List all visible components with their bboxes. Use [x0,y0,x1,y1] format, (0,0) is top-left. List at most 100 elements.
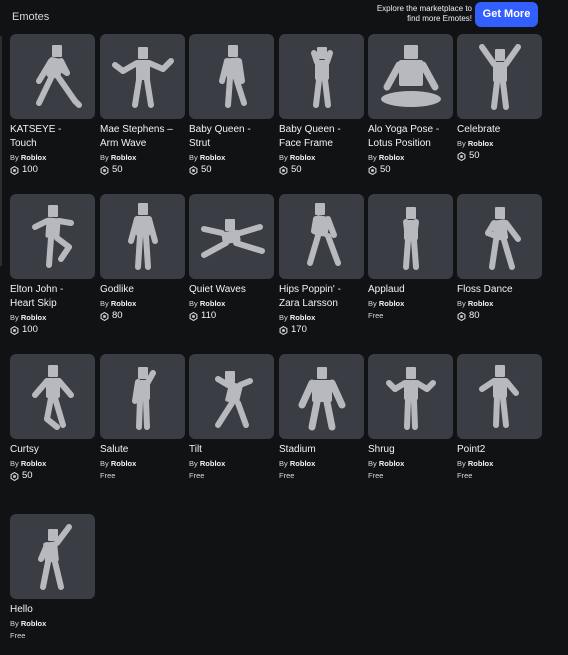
emote-price: Free [457,470,542,482]
emote-thumbnail[interactable] [457,34,542,119]
emote-card[interactable]: Baby Queen - Strut By Roblox 50 [189,34,274,176]
emote-card[interactable]: Hello By Roblox Free [10,514,95,642]
emote-name[interactable]: Baby Queen - Face Frame [279,123,364,151]
emote-thumbnail[interactable] [457,194,542,279]
emote-price: Free [368,470,453,482]
emote-name[interactable]: Alo Yoga Pose - Lotus Position [368,123,453,151]
emote-price: 100 [10,324,95,336]
creator-link[interactable]: Roblox [290,153,315,162]
creator-prefix: By [10,619,19,628]
emote-card[interactable]: Tilt By Roblox Free [189,354,274,482]
creator-link[interactable]: Roblox [111,153,136,162]
emote-card[interactable]: Alo Yoga Pose - Lotus Position By Roblox 5… [368,34,453,176]
creator-link[interactable]: Roblox [111,299,136,308]
emote-card[interactable]: Celebrate By Roblox 50 [457,34,542,162]
emote-name[interactable]: Shrug [368,443,453,457]
emote-figure-icon [127,202,158,270]
creator-prefix: By [368,459,377,468]
emote-card[interactable]: Floss Dance By Roblox 80 [457,194,542,322]
emote-figure-icon [218,44,247,108]
emote-card[interactable]: Baby Queen - Face Frame By Roblox 50 [279,34,364,176]
get-more-button[interactable]: Get More [475,2,538,27]
price-value: Free [368,471,384,480]
creator-link[interactable]: Roblox [468,459,493,468]
creator-link[interactable]: Roblox [200,153,225,162]
emote-name[interactable]: Floss Dance [457,283,542,297]
emote-creator: By Roblox [100,299,185,309]
creator-link[interactable]: Roblox [21,459,46,468]
emote-thumbnail[interactable] [100,194,185,279]
emote-name[interactable]: Mae Stephens – Arm Wave [100,123,185,151]
emote-name[interactable]: Hello [10,603,95,617]
robux-icon [368,165,377,175]
emote-card[interactable]: Godlike By Roblox 80 [100,194,185,322]
emote-name[interactable]: Quiet Waves [189,283,274,297]
emote-name[interactable]: Curtsy [10,443,95,457]
creator-prefix: By [279,153,288,162]
emote-thumbnail[interactable] [189,194,274,279]
price-value: 80 [112,310,123,321]
emote-name[interactable]: Salute [100,443,185,457]
creator-link[interactable]: Roblox [379,459,404,468]
emote-thumbnail[interactable] [457,354,542,439]
emote-thumbnail[interactable] [10,194,95,279]
emote-card[interactable]: Mae Stephens – Arm Wave By Roblox 50 [100,34,185,176]
emote-thumbnail[interactable] [279,194,364,279]
emote-name[interactable]: Godlike [100,283,185,297]
emote-card[interactable]: KATSEYE - Touch By Roblox 100 [10,34,95,176]
emote-name[interactable]: KATSEYE - Touch [10,123,95,151]
creator-link[interactable]: Roblox [379,153,404,162]
emote-thumbnail[interactable] [189,354,274,439]
emote-creator: By Roblox [189,459,274,469]
price-value: Free [279,471,295,480]
creator-link[interactable]: Roblox [21,153,46,162]
emote-card[interactable]: Quiet Waves By Roblox 110 [189,194,274,322]
emote-thumbnail[interactable] [100,34,185,119]
price-value: 50 [201,164,212,175]
creator-link[interactable]: Roblox [200,459,225,468]
emote-name[interactable]: Tilt [189,443,274,457]
emote-name[interactable]: Baby Queen - Strut [189,123,274,151]
emote-card[interactable]: Curtsy By Roblox 50 [10,354,95,482]
emote-thumbnail[interactable] [368,354,453,439]
creator-link[interactable]: Roblox [468,139,493,148]
emote-card[interactable]: Applaud By Roblox Free [368,194,453,322]
emote-card[interactable]: Point2 By Roblox Free [457,354,542,482]
creator-link[interactable]: Roblox [200,299,225,308]
emote-creator: By Roblox [100,153,185,163]
emote-thumbnail[interactable] [10,354,95,439]
emote-name[interactable]: Celebrate [457,123,542,137]
emote-thumbnail[interactable] [279,354,364,439]
emote-name[interactable]: Point2 [457,443,542,457]
creator-link[interactable]: Roblox [111,459,136,468]
emote-thumbnail[interactable] [10,34,95,119]
emote-thumbnail[interactable] [100,354,185,439]
creator-link[interactable]: Roblox [379,299,404,308]
emote-thumbnail[interactable] [10,514,95,599]
price-value: 50 [380,164,391,175]
emote-name[interactable]: Hips Poppin' - Zara Larsson [279,283,364,311]
creator-link[interactable]: Roblox [21,619,46,628]
emote-name[interactable]: Stadium [279,443,364,457]
price-value: 100 [22,324,38,335]
price-value: 100 [22,164,38,175]
emote-price: Free [368,310,453,322]
creator-link[interactable]: Roblox [290,459,315,468]
emote-thumbnail[interactable] [368,194,453,279]
emote-thumbnail[interactable] [279,34,364,119]
emote-figure-icon [306,202,341,266]
emote-name[interactable]: Elton John - Heart Skip [10,283,95,311]
emote-card[interactable]: Elton John - Heart Skip By Roblox 100 [10,194,95,336]
creator-link[interactable]: Roblox [468,299,493,308]
emote-card[interactable]: Stadium By Roblox Free [279,354,364,482]
emote-figure-icon [31,364,74,430]
emote-name[interactable]: Applaud [368,283,453,297]
emote-card[interactable]: Shrug By Roblox Free [368,354,453,482]
emote-card[interactable]: Salute By Roblox Free [100,354,185,482]
creator-link[interactable]: Roblox [290,313,315,322]
emote-thumbnail[interactable] [368,34,453,119]
creator-link[interactable]: Roblox [21,313,46,322]
emote-thumbnail[interactable] [189,34,274,119]
emote-card[interactable]: Hips Poppin' - Zara Larsson By Roblox 170 [279,194,364,336]
robux-icon [10,471,19,481]
